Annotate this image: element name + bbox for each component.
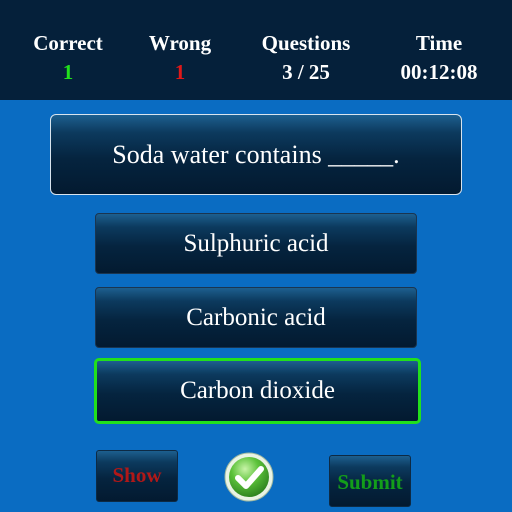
stat-correct: Correct 1 <box>18 30 118 88</box>
stats-bar: Correct 1 Wrong 1 Questions 3 / 25 Time … <box>0 0 512 100</box>
show-button-label: Show <box>112 462 162 487</box>
answer-option-1[interactable]: Sulphuric acid <box>95 213 417 274</box>
answer-option-2[interactable]: Carbonic acid <box>95 287 417 348</box>
answer-option-3-selected[interactable]: Carbon dioxide <box>94 358 421 424</box>
stat-time-label: Time <box>415 31 463 55</box>
stat-time-value: 00:12:08 <box>400 60 478 84</box>
stat-time: Time 00:12:08 <box>384 30 494 88</box>
question-text: Soda water contains _____. <box>112 139 400 169</box>
stat-questions-label: Questions <box>261 31 351 55</box>
question-box: Soda water contains _____. <box>50 114 462 195</box>
answer-option-2-label: Carbonic acid <box>186 303 326 331</box>
stat-questions: Questions 3 / 25 <box>246 30 366 88</box>
submit-button-label: Submit <box>337 469 403 494</box>
stat-correct-label: Correct <box>33 31 103 55</box>
stat-questions-value: 3 / 25 <box>282 60 330 84</box>
stat-correct-value: 1 <box>62 60 74 84</box>
check-icon[interactable] <box>223 451 275 503</box>
submit-button[interactable]: Submit <box>329 455 411 507</box>
stat-wrong-label: Wrong <box>148 31 212 55</box>
stat-wrong: Wrong 1 <box>130 30 230 88</box>
show-button[interactable]: Show <box>96 450 178 502</box>
stat-wrong-value: 1 <box>174 60 186 84</box>
answer-option-3-label: Carbon dioxide <box>180 377 335 404</box>
answer-option-1-label: Sulphuric acid <box>183 229 329 257</box>
